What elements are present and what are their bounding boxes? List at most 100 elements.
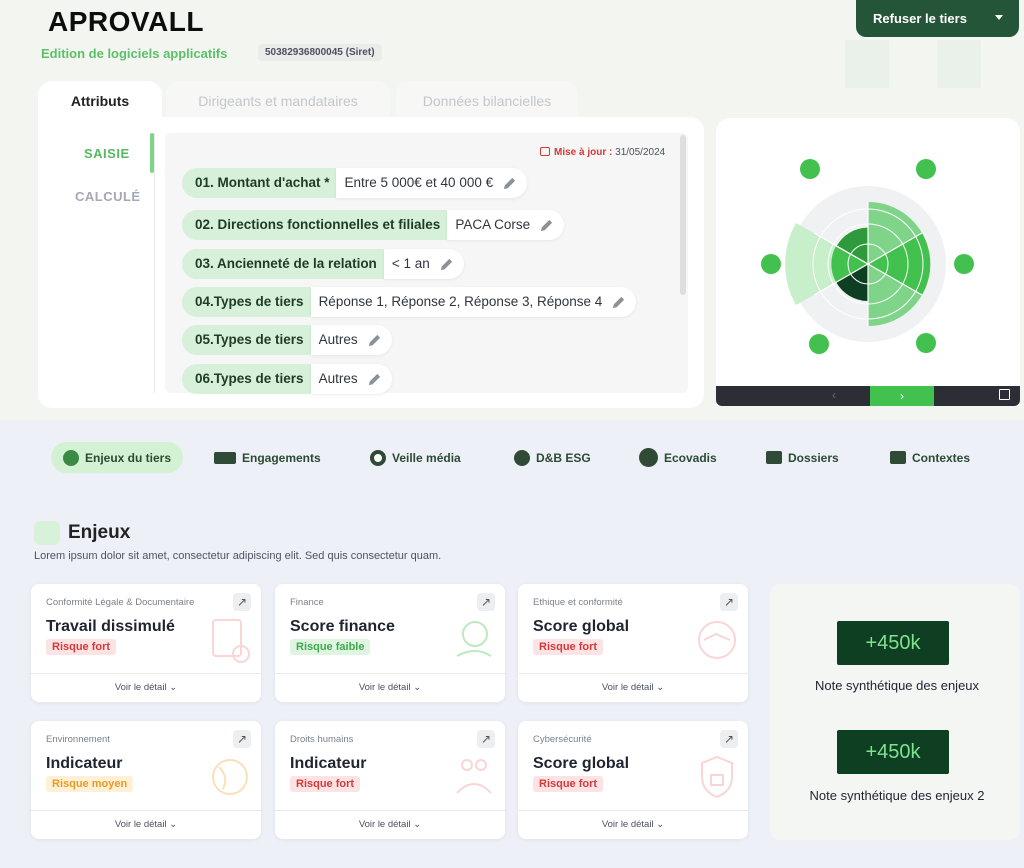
field-row: 02. Directions fonctionnelles et filiale… <box>182 210 565 240</box>
tab-db-esg[interactable]: D&B ESG <box>514 442 591 473</box>
siret-badge: 50382936800045 (Siret) <box>258 44 382 61</box>
field-key: 04.Types de tiers <box>182 287 311 317</box>
external-link-icon[interactable] <box>999 389 1010 400</box>
update-date: 31/05/2024 <box>615 147 666 158</box>
ecovadis-icon <box>639 448 658 467</box>
open-arrow-icon[interactable]: ↗ <box>233 593 251 611</box>
detail-label: Voir le détail <box>358 819 411 830</box>
edit-pencil-icon[interactable] <box>502 176 517 191</box>
divider <box>31 673 261 674</box>
calendar-icon <box>540 147 550 156</box>
edit-pencil-icon[interactable] <box>439 257 454 272</box>
tab-ecovadis[interactable]: Ecovadis <box>639 442 717 473</box>
open-arrow-icon[interactable]: ↗ <box>233 730 251 748</box>
folder-icon <box>766 451 782 464</box>
view-detail-link[interactable]: Voir le détail ⌄ <box>275 819 505 830</box>
enjeu-card[interactable]: Ethique et conformité ↗ Score global Ris… <box>518 584 748 702</box>
edit-pencil-icon[interactable] <box>611 295 626 310</box>
field-value[interactable]: Autres <box>310 364 392 394</box>
detail-label: Voir le détail <box>601 682 654 693</box>
risk-badge: Risque fort <box>46 639 117 655</box>
prev-button[interactable]: ‹ <box>832 388 836 402</box>
card-category: Cybersécurité <box>533 734 592 745</box>
score-value: +450k <box>837 621 949 665</box>
detail-label: Voir le détail <box>358 682 411 693</box>
divider <box>154 133 155 393</box>
handshake-icon <box>214 451 236 464</box>
next-button[interactable]: › <box>870 386 934 406</box>
tab-label: D&B ESG <box>536 450 591 465</box>
radar-panel <box>716 118 1020 406</box>
field-row: 04.Types de tiers Réponse 1, Réponse 2, R… <box>182 287 637 317</box>
view-detail-link[interactable]: Voir le détail ⌄ <box>31 819 261 830</box>
open-arrow-icon[interactable]: ↗ <box>477 593 495 611</box>
field-value[interactable]: < 1 an <box>383 249 464 279</box>
enjeu-card[interactable]: Finance ↗ Score finance Risque faible Vo… <box>275 584 505 702</box>
tab-donnees-bilancielles[interactable]: Données bilancielles <box>396 81 578 121</box>
open-arrow-icon[interactable]: ↗ <box>477 730 495 748</box>
scrollbar[interactable] <box>680 135 686 295</box>
field-value[interactable]: Autres <box>310 325 392 355</box>
risk-badge: Risque moyen <box>46 776 134 792</box>
shield-lock-icon <box>701 755 733 799</box>
open-arrow-icon[interactable]: ↗ <box>720 730 738 748</box>
refuse-tier-button[interactable]: Refuser le tiers <box>856 0 1019 37</box>
detail-label: Voir le détail <box>114 682 167 693</box>
enjeu-card[interactable]: Conformité Légale & Documentaire ↗ Trava… <box>31 584 261 702</box>
document-icon <box>212 619 250 663</box>
open-arrow-icon[interactable]: ↗ <box>720 593 738 611</box>
tab-engagements[interactable]: Engagements <box>214 442 321 473</box>
detail-label: Voir le détail <box>114 819 167 830</box>
sidebar-item-saisie[interactable]: SAISIE <box>84 146 130 161</box>
briefcase-icon <box>890 451 906 464</box>
field-value-text: PACA Corse <box>455 217 531 232</box>
field-row: 06.Types de tiers Autres <box>182 364 392 394</box>
divider <box>518 673 748 674</box>
enjeu-card[interactable]: Droits humains ↗ Indicateur Risque fort … <box>275 721 505 839</box>
tab-dossiers[interactable]: Dossiers <box>766 442 839 473</box>
tab-veille-media[interactable]: Veille média <box>370 442 461 473</box>
score-label: Note synthétique des enjeux 2 <box>809 788 985 803</box>
radar-chart <box>761 159 974 354</box>
detail-label: Voir le détail <box>601 819 654 830</box>
edit-pencil-icon[interactable] <box>539 218 554 233</box>
tab-enjeux[interactable]: Enjeux du tiers <box>51 442 184 473</box>
divider <box>275 673 505 674</box>
field-key: 01. Montant d'achat * <box>182 168 337 198</box>
field-value[interactable]: Réponse 1, Réponse 2, Réponse 3, Réponse… <box>310 287 637 317</box>
field-key: 03. Ancienneté de la relation <box>182 249 384 279</box>
field-key: 05.Types de tiers <box>182 325 311 355</box>
field-value[interactable]: Entre 5 000€ et 40 000 € <box>336 168 528 198</box>
divider <box>518 810 748 811</box>
card-title: Score finance <box>290 618 395 635</box>
field-row: 01. Montant d'achat * Entre 5 000€ et 40 … <box>182 168 528 198</box>
risk-badge: Risque fort <box>533 639 604 655</box>
view-detail-link[interactable]: Voir le détail ⌄ <box>518 819 748 830</box>
field-row: 03. Ancienneté de la relation < 1 an <box>182 249 464 279</box>
enjeu-card[interactable]: Cybersécurité ↗ Score global Risque fort… <box>518 721 748 839</box>
caret-down-icon <box>995 15 1003 20</box>
edit-pencil-icon[interactable] <box>367 333 382 348</box>
view-detail-link[interactable]: Voir le détail ⌄ <box>275 682 505 693</box>
view-detail-link[interactable]: Voir le détail ⌄ <box>518 682 748 693</box>
view-detail-link[interactable]: Voir le détail ⌄ <box>31 682 261 693</box>
handshake-icon <box>698 621 736 659</box>
risk-badge: Risque faible <box>290 639 371 655</box>
tab-attributs[interactable]: Attributs <box>38 81 162 121</box>
card-title: Indicateur <box>46 755 123 772</box>
tab-label: Engagements <box>242 450 321 465</box>
tab-label: Veille média <box>392 450 461 465</box>
card-title: Score global <box>533 755 630 772</box>
field-key: 06.Types de tiers <box>182 364 311 394</box>
tab-contextes[interactable]: Contextes <box>890 442 970 473</box>
field-value[interactable]: PACA Corse <box>447 210 565 240</box>
people-hands-icon <box>456 759 492 794</box>
recycle-icon <box>34 521 60 545</box>
edit-pencil-icon[interactable] <box>367 372 382 387</box>
tab-label: Ecovadis <box>664 450 717 465</box>
db-icon <box>514 449 530 466</box>
tab-dirigeants[interactable]: Dirigeants et mandataires <box>166 81 390 121</box>
enjeu-card[interactable]: Environnement ↗ Indicateur Risque moyen … <box>31 721 261 839</box>
sidebar-item-calcule[interactable]: CALCULÉ <box>75 189 141 204</box>
card-title: Indicateur <box>290 755 367 772</box>
